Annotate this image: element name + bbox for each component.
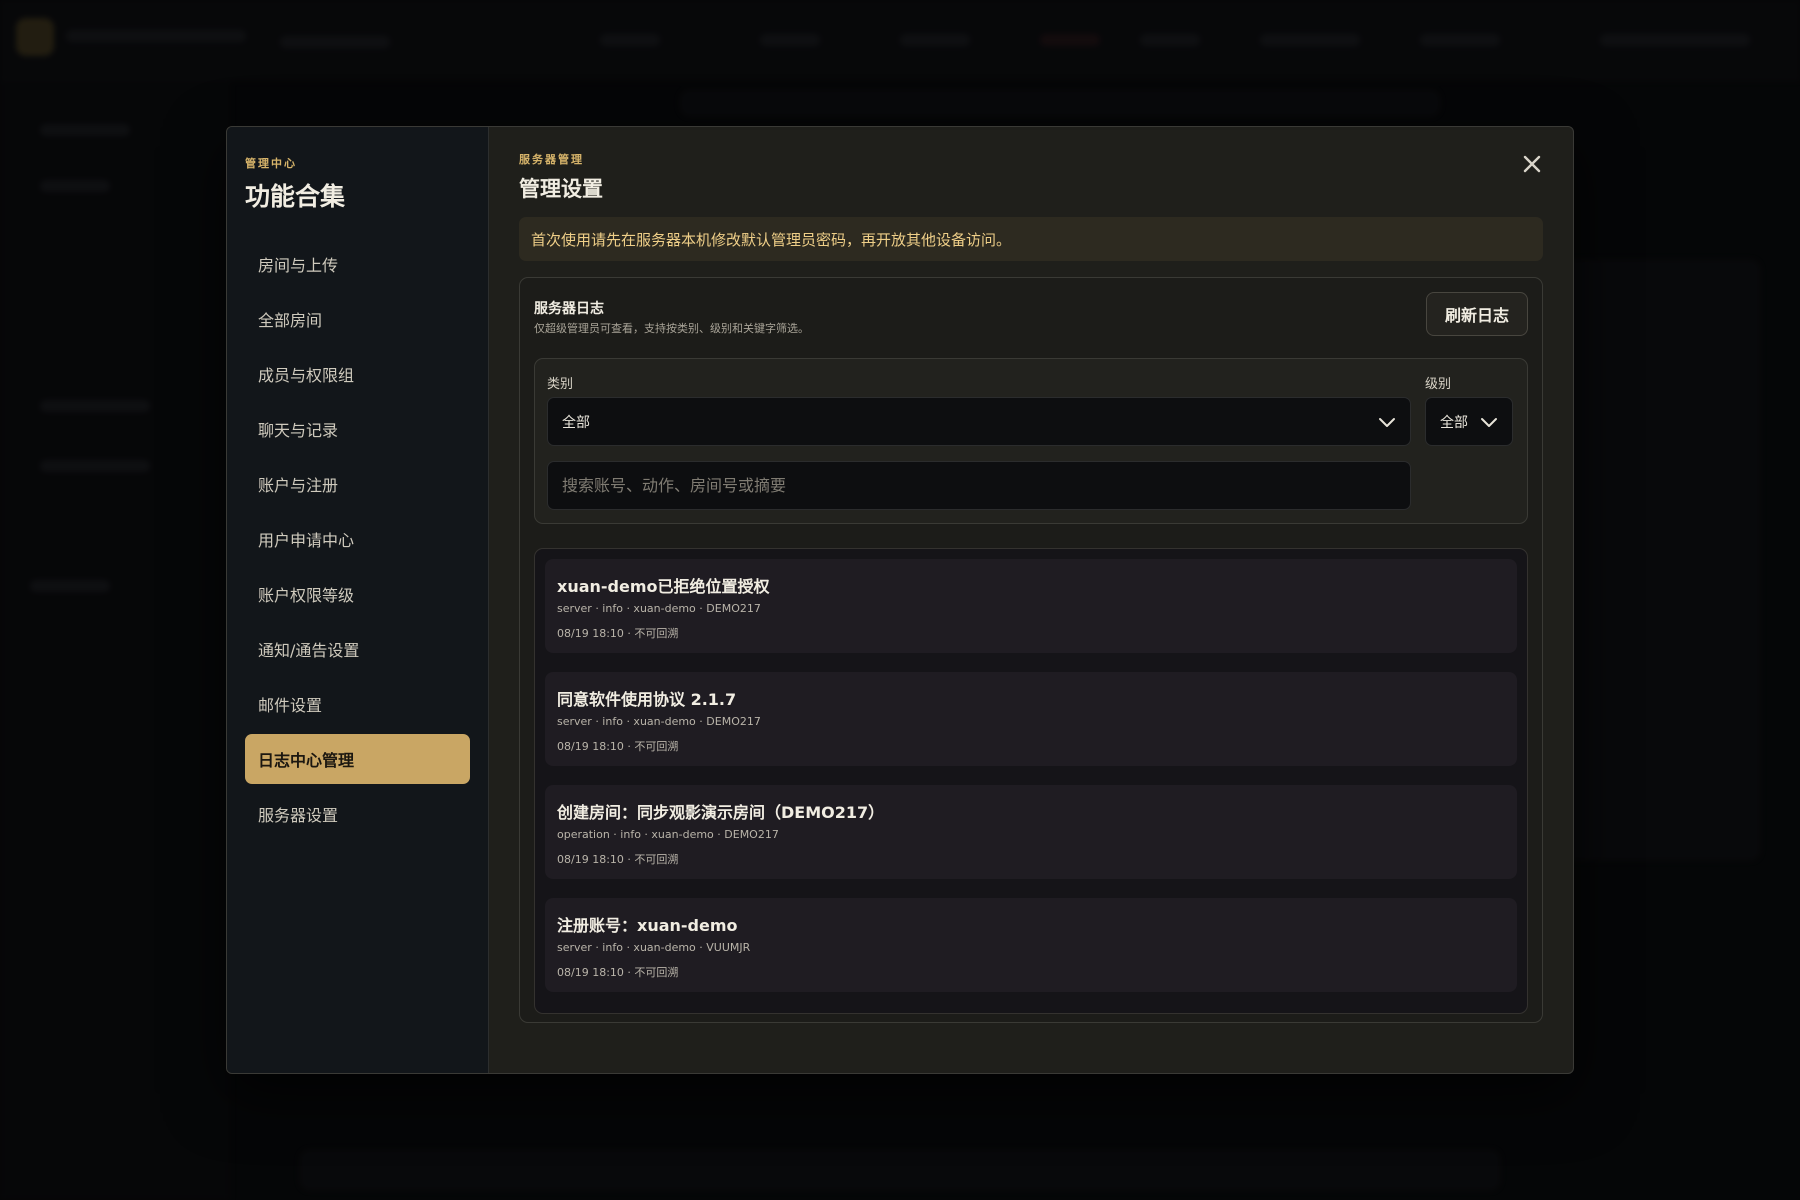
sidebar-title: 功能合集 [245, 182, 346, 211]
log-entry[interactable]: xuan-demo已拒绝位置授权 server · info · xuan-de… [545, 559, 1517, 653]
close-button[interactable] [1519, 151, 1545, 177]
log-entry-title: 创建房间：同步观影演示房间（DEMO217） [557, 803, 885, 822]
log-entry-title: xuan-demo已拒绝位置授权 [557, 577, 770, 596]
sidebar-item-chat-records[interactable]: 聊天与记录 [245, 404, 470, 454]
level-select[interactable]: 全部 [1425, 397, 1513, 446]
log-section-subtitle: 仅超级管理员可查看，支持按类别、级别和关键字筛选。 [534, 322, 809, 335]
log-entry-meta: server · info · xuan-demo · VUUMJR [557, 941, 751, 954]
page-title: 管理设置 [519, 177, 603, 201]
sidebar-nav: 房间与上传 全部房间 成员与权限组 聊天与记录 账户与注册 用户申请中心 账户权… [245, 239, 470, 839]
sidebar-item-permission-levels[interactable]: 账户权限等级 [245, 569, 470, 619]
log-entry-time: 08/19 18:10 · 不可回溯 [557, 966, 679, 979]
sidebar-item-all-rooms[interactable]: 全部房间 [245, 294, 470, 344]
category-select[interactable]: 全部 [547, 397, 1411, 446]
log-entry[interactable]: 注册账号：xuan-demo server · info · xuan-demo… [545, 898, 1517, 992]
sidebar-item-members-groups[interactable]: 成员与权限组 [245, 349, 470, 399]
log-entry-title: 同意软件使用协议 2.1.7 [557, 690, 737, 709]
sidebar-item-notifications[interactable]: 通知/通告设置 [245, 624, 470, 674]
sidebar-item-mail-settings[interactable]: 邮件设置 [245, 679, 470, 729]
sidebar-item-rooms-upload[interactable]: 房间与上传 [245, 239, 470, 289]
category-select-value: 全部 [562, 414, 590, 431]
server-log-card: 服务器日志 仅超级管理员可查看，支持按类别、级别和关键字筛选。 刷新日志 类别 … [519, 277, 1543, 1023]
sidebar-eyebrow: 管理中心 [245, 157, 297, 170]
log-entry-meta: operation · info · xuan-demo · DEMO217 [557, 828, 779, 841]
log-section-title: 服务器日志 [534, 301, 604, 317]
log-entry-time: 08/19 18:10 · 不可回溯 [557, 740, 679, 753]
sidebar-item-accounts-register[interactable]: 账户与注册 [245, 459, 470, 509]
level-label: 级别 [1425, 377, 1452, 392]
chevron-down-icon [1481, 418, 1497, 427]
log-search-input[interactable] [547, 461, 1411, 510]
level-select-value: 全部 [1440, 414, 1468, 431]
category-label: 类别 [547, 377, 574, 392]
sidebar-item-user-applications[interactable]: 用户申请中心 [245, 514, 470, 564]
close-icon [1523, 155, 1541, 173]
chevron-down-icon [1379, 418, 1395, 427]
modal-sidebar: 管理中心 功能合集 房间与上传 全部房间 成员与权限组 聊天与记录 账户与注册 … [227, 127, 489, 1073]
sidebar-item-log-center[interactable]: 日志中心管理 [245, 734, 470, 784]
log-entry[interactable]: 创建房间：同步观影演示房间（DEMO217） operation · info … [545, 785, 1517, 879]
modal-main: 服务器管理 管理设置 首次使用请先在服务器本机修改默认管理员密码，再开放其他设备… [489, 127, 1573, 1073]
log-entry-meta: server · info · xuan-demo · DEMO217 [557, 715, 761, 728]
log-entry-time: 08/19 18:10 · 不可回溯 [557, 627, 679, 640]
main-eyebrow: 服务器管理 [519, 153, 584, 166]
log-entry-title: 注册账号：xuan-demo [557, 916, 738, 935]
log-filter-box: 类别 级别 全部 全部 [534, 358, 1528, 524]
log-entry[interactable]: 同意软件使用协议 2.1.7 server · info · xuan-demo… [545, 672, 1517, 766]
admin-modal: 管理中心 功能合集 房间与上传 全部房间 成员与权限组 聊天与记录 账户与注册 … [226, 126, 1574, 1074]
sidebar-item-server-settings[interactable]: 服务器设置 [245, 789, 470, 839]
log-entry-meta: server · info · xuan-demo · DEMO217 [557, 602, 761, 615]
refresh-log-button[interactable]: 刷新日志 [1426, 292, 1528, 336]
security-notice: 首次使用请先在服务器本机修改默认管理员密码，再开放其他设备访问。 [519, 217, 1543, 261]
log-list[interactable]: xuan-demo已拒绝位置授权 server · info · xuan-de… [534, 548, 1528, 1014]
log-entry-time: 08/19 18:10 · 不可回溯 [557, 853, 679, 866]
